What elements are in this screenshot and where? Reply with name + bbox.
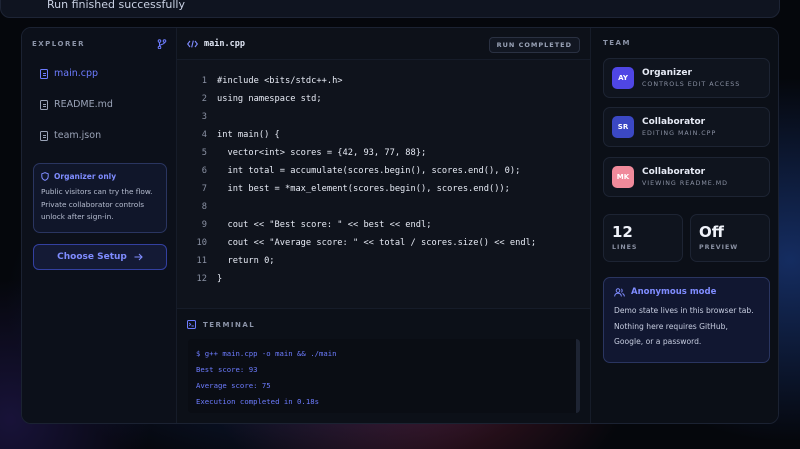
member-name: Organizer: [642, 68, 692, 78]
choose-setup-button[interactable]: Choose Setup: [33, 244, 167, 270]
notice-title-row: Organizer only: [41, 172, 159, 181]
line-number: 1: [201, 76, 207, 86]
code-line: 7 int best = *max_element(scores.begin()…: [177, 180, 590, 198]
team-title: TEAM: [603, 39, 631, 47]
stat-preview: Off PREVIEW: [690, 214, 770, 262]
line-source: vector<int> scores = {42, 93, 77, 88};: [217, 148, 427, 158]
editor-header: main.cpp RUN COMPLETED: [177, 28, 590, 60]
code-line: 11 return 0;: [177, 252, 590, 270]
code-line: 9 cout << "Best score: " << best << endl…: [177, 216, 590, 234]
code-line: 3: [177, 108, 590, 126]
line-source: int total = accumulate(scores.begin(), s…: [217, 166, 521, 176]
file-icon: [40, 99, 48, 110]
run-status-badge: RUN COMPLETED: [488, 37, 580, 53]
shield-icon: [41, 172, 49, 181]
file-icon: [40, 68, 48, 79]
explorer-sidebar: EXPLORER main.cpp README.md team.json Or…: [22, 28, 177, 423]
team-panel: TEAM AY Organizer CONTROLS EDIT ACCESS S…: [590, 28, 778, 423]
terminal-line: $ g++ main.cpp -o main && ./main: [196, 349, 337, 358]
line-source: using namespace std;: [217, 94, 322, 104]
line-number: 5: [201, 148, 207, 158]
member-role: CONTROLS EDIT ACCESS: [642, 81, 741, 88]
code-area[interactable]: 1 #include <bits/stdc++.h> 2 using namespac…: [177, 60, 590, 308]
terminal-output: $ g++ main.cpp -o main && ./main Best sc…: [188, 339, 580, 413]
member-role: VIEWING README.MD: [642, 180, 729, 187]
anon-text: Demo state lives in this browser tab. No…: [614, 306, 754, 346]
explorer-title: EXPLORER: [32, 40, 86, 48]
line-number: 4: [201, 130, 207, 140]
code-line: 12}: [177, 270, 590, 288]
code-line: 2 using namespace std;: [177, 90, 590, 108]
anon-title: Anonymous mode: [631, 287, 717, 297]
editor-filename: main.cpp: [204, 38, 245, 49]
member-card-collaborator-sr[interactable]: SR Collaborator EDITING MAIN.CPP: [603, 107, 770, 147]
code-line: 4 int main() {: [177, 126, 590, 144]
file-team-json[interactable]: team.json: [40, 130, 101, 141]
app-window: EXPLORER main.cpp README.md team.json Or…: [21, 27, 779, 424]
anon-title-row: Anonymous mode: [614, 287, 759, 297]
line-source: cout << "Average score: " << total / sco…: [217, 238, 537, 248]
setup-label: Choose Setup: [57, 252, 127, 262]
member-name: Collaborator: [642, 117, 706, 127]
editor-tab[interactable]: main.cpp: [187, 39, 245, 49]
notice-text: Public visitors can try the flow. Privat…: [41, 187, 153, 221]
stat-label: PREVIEW: [699, 244, 739, 251]
stat-value: Off: [699, 223, 724, 241]
anonymous-mode-card: Anonymous mode Demo state lives in this …: [603, 277, 770, 363]
line-number: 10: [196, 238, 207, 248]
users-icon: [614, 287, 625, 296]
code-editor: main.cpp RUN COMPLETED 1 #include <bits/s…: [177, 28, 590, 423]
line-source: }: [217, 274, 223, 284]
line-number: 7: [201, 184, 207, 194]
terminal-line: Execution completed in 0.18s: [196, 397, 320, 406]
line-number: 9: [201, 220, 207, 230]
line-number: 2: [201, 94, 207, 104]
line-number: 6: [201, 166, 207, 176]
stat-label: LINES: [612, 244, 638, 251]
code-line: 1 #include <bits/stdc++.h>: [177, 72, 590, 90]
file-main-cpp[interactable]: main.cpp: [40, 68, 98, 79]
terminal-icon: [187, 320, 196, 329]
file-label: main.cpp: [54, 68, 99, 79]
line-number: 8: [201, 202, 207, 212]
file-icon: [40, 130, 48, 141]
line-source: int best = *max_element(scores.begin(), …: [217, 184, 510, 194]
terminal-line: Best score: 93: [196, 365, 258, 374]
arrow-right-icon: [134, 253, 143, 261]
member-name: Collaborator: [642, 167, 706, 177]
line-source: return 0;: [217, 256, 275, 266]
member-card-collaborator-mk[interactable]: MK Collaborator VIEWING README.MD: [603, 157, 770, 197]
terminal-header: TERMINAL: [187, 320, 255, 329]
code-line: 8: [177, 198, 590, 216]
toast-text: Run finished successfully: [47, 0, 185, 11]
organizer-notice: Organizer only Public visitors can try t…: [33, 163, 167, 233]
line-number: 3: [201, 112, 207, 122]
avatar: MK: [612, 166, 634, 188]
line-source: cout << "Best score: " << best << endl;: [217, 220, 432, 230]
toast-notification: Run finished successfully: [0, 0, 780, 18]
line-source: int main() {: [217, 130, 280, 140]
code-icon: [187, 39, 198, 48]
explorer-header: EXPLORER: [32, 39, 167, 49]
member-card-organizer[interactable]: AY Organizer CONTROLS EDIT ACCESS: [603, 58, 770, 98]
terminal-panel: TERMINAL $ g++ main.cpp -o main && ./mai…: [177, 308, 590, 423]
stat-lines: 12 LINES: [603, 214, 683, 262]
stat-value: 12: [612, 223, 633, 241]
terminal-line: Average score: 75: [196, 381, 271, 390]
code-line: 10 cout << "Average score: " << total / …: [177, 234, 590, 252]
line-number: 11: [196, 256, 207, 266]
member-role: EDITING MAIN.CPP: [642, 130, 717, 137]
code-line: 6 int total = accumulate(scores.begin(),…: [177, 162, 590, 180]
file-label: team.json: [54, 130, 102, 141]
notice-title: Organizer only: [54, 172, 117, 181]
avatar: AY: [612, 67, 634, 89]
code-line: 5 vector<int> scores = {42, 93, 77, 88};: [177, 144, 590, 162]
avatar: SR: [612, 116, 634, 138]
terminal-title: TERMINAL: [203, 320, 256, 329]
branch-icon[interactable]: [157, 39, 167, 49]
line-number: 12: [196, 274, 207, 284]
line-source: #include <bits/stdc++.h>: [217, 76, 343, 86]
file-readme-md[interactable]: README.md: [40, 99, 113, 110]
file-label: README.md: [54, 99, 113, 110]
